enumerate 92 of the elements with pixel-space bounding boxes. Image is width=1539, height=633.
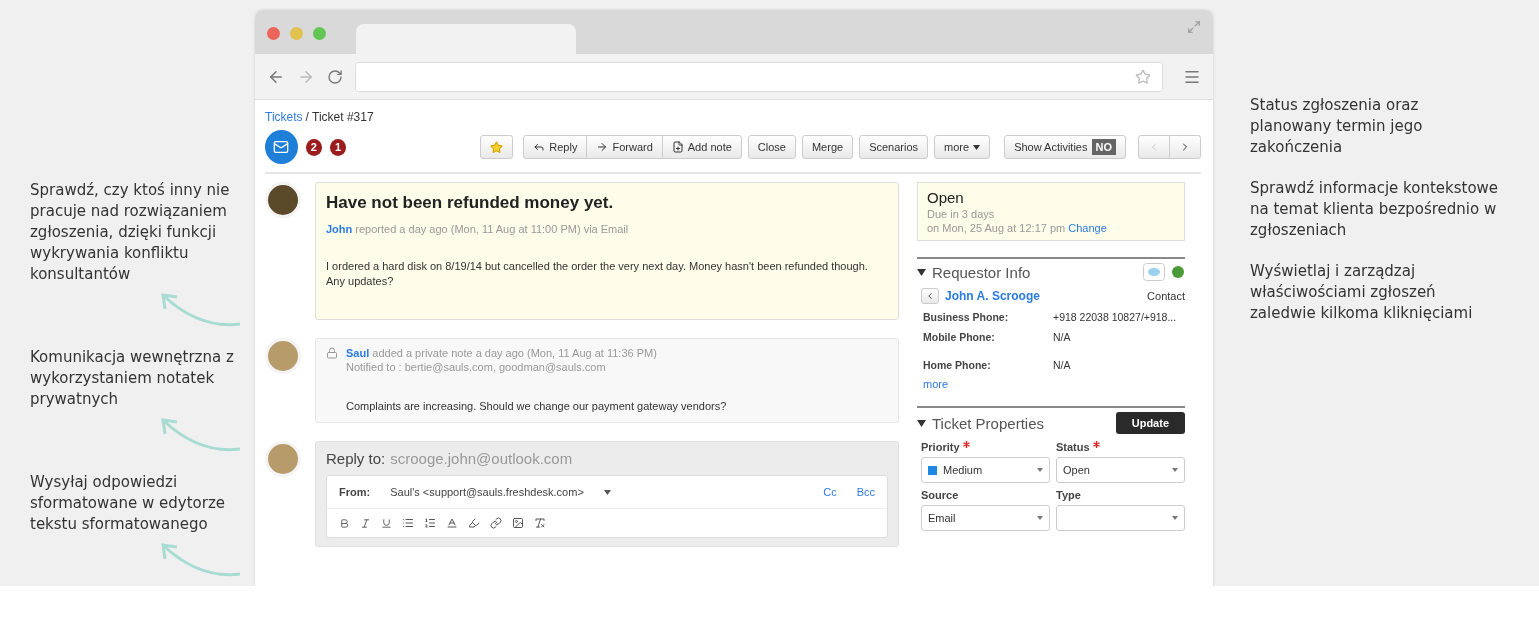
address-field[interactable] (355, 61, 1163, 92)
minimize-dot (290, 27, 303, 40)
breadcrumb-link[interactable]: Tickets (265, 110, 303, 124)
status-text: Open (927, 189, 965, 206)
star-icon (490, 140, 504, 154)
ticket-meta: John reported a day ago (Mon, 11 Aug at 11:00 PM) via Email (326, 223, 630, 235)
field-label: Status (1056, 441, 1090, 453)
caret-icon (1172, 468, 1178, 472)
field-label: Mobile Phone: (923, 331, 996, 343)
note-icon (671, 141, 684, 153)
count-badge: 1 (330, 138, 347, 156)
due-text: Due in 3 days (927, 208, 996, 220)
image-icon[interactable] (512, 517, 524, 529)
reply-icon (533, 141, 546, 153)
show-activities-toggle[interactable]: Show Activities NO (1004, 135, 1126, 159)
expand-icon[interactable] (1187, 20, 1201, 34)
update-button[interactable]: Update (1115, 412, 1185, 434)
field-label: Source (921, 489, 959, 501)
select-field[interactable]: Medium (921, 457, 1050, 483)
select-field[interactable] (1056, 505, 1185, 531)
from-select[interactable]: Saul's <support@sauls.freshdesk.com> (390, 486, 584, 498)
section-title: Requestor Info (932, 263, 1032, 281)
text-color-icon[interactable] (446, 517, 458, 529)
clear-format-icon[interactable] (534, 517, 546, 529)
callout-text: Sprawdź, czy ktoś inny nie pracuje nad rozwiązaniem zgłoszenia, dzięki funkcji wykrywania konfliktu konsultantów (30, 180, 231, 285)
more-link[interactable]: more (917, 378, 1185, 390)
star-button[interactable] (480, 135, 514, 159)
arrow-right-icon (596, 141, 609, 153)
cc-link[interactable]: Cc (823, 486, 837, 498)
callout-text: Wysyłaj odpowiedzi sformatowane w edytorze tekstu sformatowanego (30, 472, 226, 535)
close-dot (267, 27, 280, 40)
chevron-left-icon (925, 291, 935, 301)
select-field[interactable]: Open (1056, 457, 1185, 483)
section-title: Ticket Properties (932, 414, 1045, 432)
avatar-placeholder (265, 338, 301, 374)
from-label: From: (339, 486, 371, 498)
contact-text: Contact (1147, 290, 1185, 302)
note-body: Complaints are increasing. Should we change our payment gateway vendors? (346, 399, 727, 414)
due-date: on Mon, 25 Aug at 12:17 pm Change (927, 222, 1108, 234)
field-label: Home Phone: (923, 359, 992, 371)
lock-icon (326, 347, 338, 359)
caret-icon (1037, 468, 1043, 472)
collapse-icon[interactable] (917, 268, 926, 276)
caret-icon (1037, 516, 1043, 520)
caret-icon (973, 144, 981, 150)
italic-icon[interactable] (360, 517, 371, 529)
underline-icon[interactable] (381, 517, 392, 529)
field-value: N/A (1053, 331, 1072, 343)
count-badge: 2 (305, 138, 322, 156)
toolbar-button[interactable]: Scenarios (859, 135, 929, 159)
zoom-dot (313, 27, 326, 40)
ticket-body: I ordered a hard disk on 8/19/14 but cancelled the order the very next day. Money hasn't been refunded though. Any updates? (326, 259, 869, 289)
requestor-name[interactable]: John A. Scrooge (945, 289, 1142, 303)
toolbar-button[interactable]: Add note (661, 135, 742, 159)
select-field[interactable]: Email (921, 505, 1050, 531)
toolbar-button[interactable]: Close (747, 135, 796, 159)
author-link[interactable]: Saul (346, 347, 370, 359)
breadcrumb-current: / Ticket #317 (305, 110, 374, 124)
callout-text: Sprawdź informacje kontekstowe na temat klienta bezpośrednio w zgłoszeniach (1250, 178, 1499, 241)
reload-icon[interactable] (327, 68, 343, 85)
reply-address: scrooge.john@outlook.com (390, 450, 573, 467)
author-link[interactable]: John (326, 223, 353, 235)
bold-icon[interactable] (339, 517, 350, 529)
field-value: N/A (1053, 359, 1072, 371)
bcc-link[interactable]: Bcc (856, 486, 875, 498)
numbered-list-icon[interactable] (424, 517, 436, 529)
toolbar-button[interactable]: Forward (586, 135, 663, 159)
collapse-icon[interactable] (917, 419, 926, 427)
highlight-icon[interactable] (468, 517, 480, 529)
toolbar-button[interactable]: Reply (523, 135, 588, 159)
bullet-list-icon[interactable] (402, 517, 414, 529)
note-meta: Saul added a private note a day ago (Mon, 11 Aug at 11:36 PM) (346, 347, 658, 359)
field-label: Business Phone: (923, 311, 1010, 323)
email-icon (265, 130, 298, 164)
field-label: Type (1056, 489, 1081, 501)
callout-text: Status zgłoszenia oraz planowany termin jego zakończenia (1250, 95, 1424, 158)
change-link[interactable]: Change (1068, 222, 1107, 234)
field-label: Priority (921, 441, 960, 453)
callout-text: Komunikacja wewnętrzna z wykorzystaniem notatek prywatnych (30, 347, 235, 410)
star-icon[interactable] (1135, 68, 1151, 85)
avatar-placeholder (265, 441, 301, 477)
toolbar-button[interactable]: Merge (801, 135, 854, 159)
reply-label: Reply to: (326, 450, 386, 467)
field-value: +918 22038 10827/+918... (1053, 311, 1178, 323)
toolbar-button[interactable]: more (934, 135, 991, 159)
notified-text: Notified to : bertie@sauls.com, goodman@sauls.com (346, 361, 607, 373)
avatar-placeholder (265, 182, 301, 218)
link-icon[interactable] (490, 517, 502, 529)
caret-icon[interactable] (603, 489, 611, 495)
ticket-title: Have not been refunded money yet. (326, 193, 615, 213)
callout-text: Wyświetlaj i zarządzaj właściwościami zgłoszeń zaledwie kilkoma kliknięciami (1250, 261, 1474, 324)
caret-icon (1172, 516, 1178, 520)
